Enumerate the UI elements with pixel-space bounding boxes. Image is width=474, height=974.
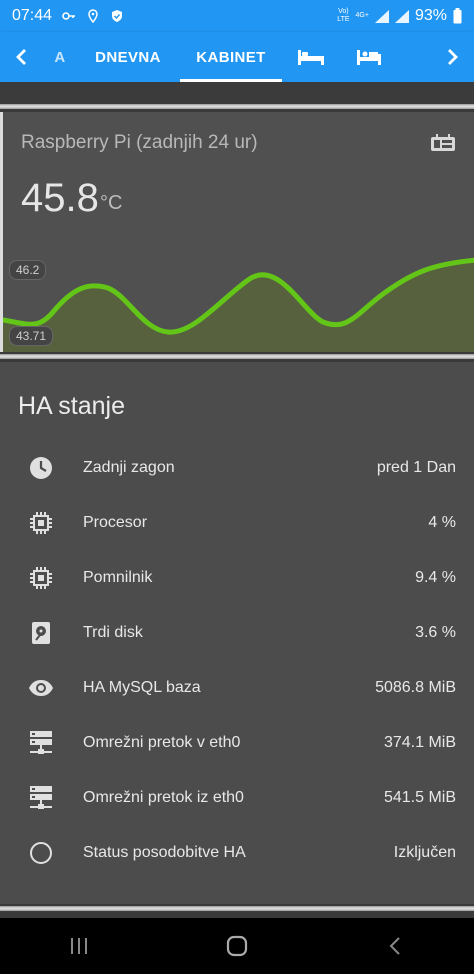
tab-bedroom-1[interactable] [282,32,340,82]
server-network-icon [28,785,54,811]
row-value: pred 1 Dan [376,458,456,476]
recent-apps-button[interactable] [49,926,109,966]
eye-icon [28,675,54,701]
list-item[interactable]: Omrežni pretok v eth0 374.1 MiB [0,715,474,770]
sensor-value: 45.8 [21,176,99,220]
battery-icon [453,8,462,24]
app-bar: A DNEVNA KABINET [0,32,474,82]
bed-single-icon [357,50,381,65]
sensor-name: Raspberry Pi (zadnjih 24 ur) [21,132,258,153]
list-item[interactable]: HA MySQL baza 5086.8 MiB [0,660,474,715]
volte-label: Vo) LTE [337,8,350,23]
row-name: Zadnji zagon [83,458,175,476]
status-bar: 07:44 Vo) LTE 4G+ 93% [0,0,474,32]
sensor-unit: °C [100,192,123,214]
chip-board-icon [431,134,455,151]
chevron-left-icon [16,49,26,65]
row-value: 374.1 MiB [383,733,456,751]
back-icon [389,937,400,955]
tabs-scroll-right-button[interactable] [430,32,474,82]
circle-outline-icon [28,840,54,866]
row-value: 4 % [428,513,456,531]
cpu-icon [28,565,54,591]
battery-level: 93% [414,7,447,24]
card-title: HA stanje [18,392,126,420]
network-type: 4G+ [355,12,369,19]
recent-apps-icon [71,938,87,954]
harddisk-icon [28,620,54,646]
cpu-icon [28,510,54,536]
list-item[interactable]: Status posodobitve HA Izključen [0,825,474,880]
home-icon [226,935,248,957]
list-item[interactable]: Pomnilnik 9.4 % [0,550,474,605]
status-time: 07:44 [12,7,53,24]
tab-a[interactable]: A [44,32,76,82]
row-value: 3.6 % [415,623,456,641]
sensor-history-chart [3,257,474,352]
home-button[interactable] [207,926,267,966]
divider [0,354,474,359]
divider [0,104,474,109]
row-value: 9.4 % [415,568,456,586]
tab-dnevna[interactable]: DNEVNA [76,32,180,82]
tab-kabinet[interactable]: KABINET [180,32,282,82]
row-value: Izključen [393,843,456,861]
signal-icon [394,9,409,23]
chevron-right-icon [448,49,458,65]
sensor-history-area [3,260,474,352]
key-icon [62,12,76,20]
signal-icon [374,9,389,23]
row-name: Omrežni pretok v eth0 [83,733,241,751]
row-name: HA MySQL baza [83,678,201,696]
tabs-scroll-left-button[interactable] [0,32,44,82]
tab-bedroom-2[interactable] [340,32,398,82]
row-name: Procesor [83,513,148,531]
divider [0,906,474,911]
list-item[interactable]: Omrežni pretok iz eth0 541.5 MiB [0,770,474,825]
list-item[interactable]: Procesor 4 % [0,495,474,550]
row-name: Pomnilnik [83,568,153,586]
server-network-icon [28,730,54,756]
sensor-card[interactable]: Raspberry Pi (zadnjih 24 ur) 45.8 °C 46.… [0,112,474,352]
row-name: Omrežni pretok iz eth0 [83,788,244,806]
row-name: Status posodobitve HA [83,843,246,861]
chart-min-label: 43.71 [9,326,54,346]
ha-status-card: HA stanje Zadnji zagon pred 1 Dan Proces… [0,362,474,904]
chart-max-label: 46.2 [9,260,47,280]
list-item[interactable]: Zadnji zagon pred 1 Dan [0,440,474,495]
list-item[interactable]: Trdi disk 3.6 % [0,605,474,660]
row-value: 541.5 MiB [383,788,456,806]
shield-icon [112,10,123,22]
row-value: 5086.8 MiB [375,678,456,696]
row-name: Trdi disk [83,623,143,641]
bed-icon [298,50,324,65]
back-button[interactable] [365,926,425,966]
system-nav-bar [0,918,474,974]
clock-icon [28,455,54,481]
location-icon [88,9,98,23]
